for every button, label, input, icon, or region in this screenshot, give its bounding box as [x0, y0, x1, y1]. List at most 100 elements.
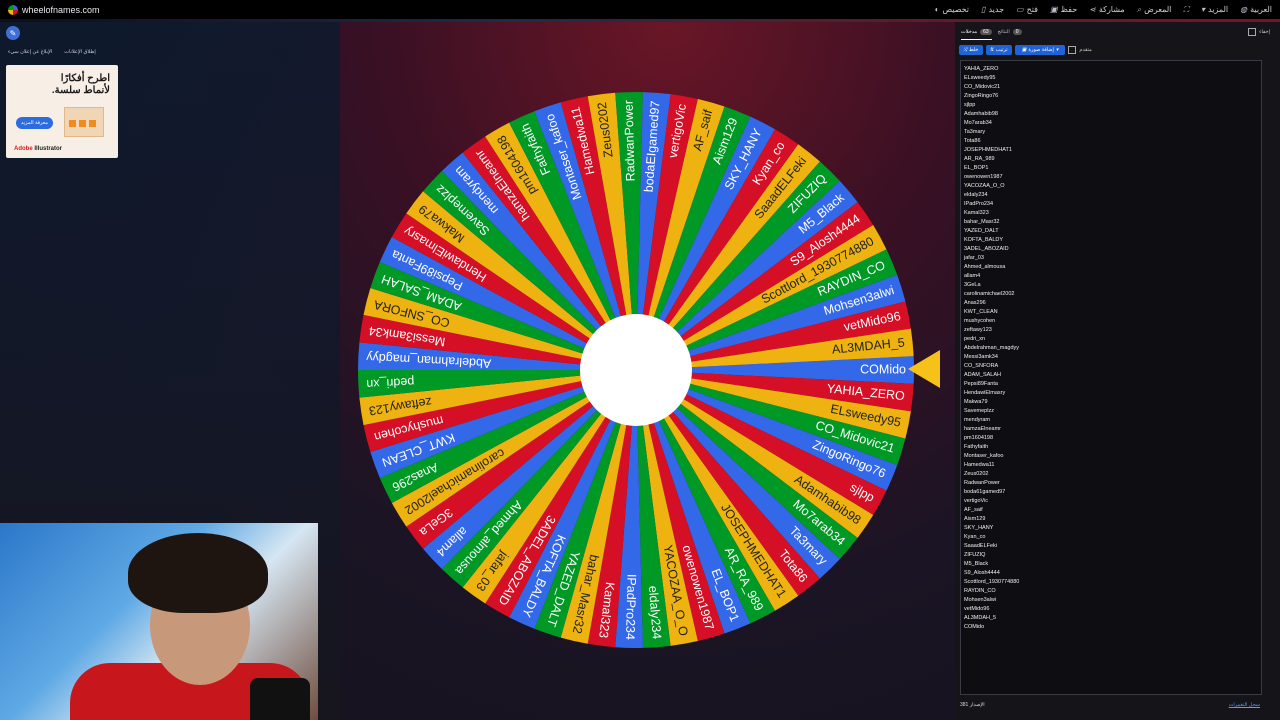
menu-customize[interactable]: ◐ تخصيص	[935, 5, 969, 14]
entries-toolbar: ⤨ خلط ⇅ ترتيب ▣ إضافة صورة ▾ متقدم	[959, 44, 1092, 56]
edit-pencil-button[interactable]: ✎	[6, 26, 20, 40]
ad-links: الإبلاغ عن إعلان سيء إطلاق الإعلانات	[8, 49, 96, 55]
entry-line: YAZED_DALT	[964, 228, 999, 234]
entry-line: Scottlord_1930774880	[964, 579, 1020, 585]
hide-checkbox[interactable]	[1248, 28, 1257, 36]
changelog-link[interactable]: سجل التغييرات	[1229, 702, 1260, 708]
webcam-overlay	[0, 523, 318, 720]
entry-line: IPadPro234	[964, 201, 994, 207]
entry-line: hamzaElneamr	[964, 426, 1001, 432]
shuffle-button[interactable]: ⤨ خلط	[959, 45, 983, 55]
share-icon: ⋖	[1089, 5, 1096, 14]
entry-line: ZingoRingo76	[964, 93, 999, 99]
entry-line: AF_saif	[964, 507, 983, 513]
ad-link-close[interactable]: إطلاق الإعلانات	[64, 49, 95, 55]
tab-results-label: النتائج	[997, 29, 1010, 35]
entry-line: Ahmed_almousa	[964, 264, 1006, 270]
entry-line: Kyan_co	[964, 534, 986, 540]
entry-line: CO_SNFORA	[964, 363, 999, 369]
entry-line: zeftawy123	[964, 327, 992, 333]
entry-line: CO_Midovic21	[964, 84, 1001, 90]
menu-label: المعرض	[1144, 5, 1172, 14]
entry-line: JOSEPHMEDHAT1	[964, 147, 1012, 153]
ad-artwork	[64, 107, 104, 137]
adobe-logo-text: Adobe	[14, 146, 33, 152]
entry-line: mushycohen	[964, 318, 996, 324]
menu-share[interactable]: ⋖ مشاركة	[1089, 5, 1125, 14]
panel-footer: 381 الإصدار سجل التغييرات	[960, 702, 1260, 708]
site-brand[interactable]: wheelofnames.com	[8, 4, 100, 15]
menu-language[interactable]: ◍ العربية	[1240, 5, 1272, 14]
sort-button[interactable]: ⇅ ترتيب	[985, 45, 1012, 55]
menu-new[interactable]: ▯ جديد	[981, 5, 1004, 14]
entry-line: pm1604198	[964, 435, 994, 441]
menu-gallery[interactable]: ⌕ المعرض	[1137, 5, 1172, 15]
menu-fullscreen[interactable]: ⛶	[1183, 5, 1189, 15]
entry-line: eldaly234	[964, 192, 988, 198]
menu-label: المزيد	[1208, 5, 1229, 14]
entry-line: M5_Black	[964, 561, 989, 567]
entry-line: pedri_xn	[964, 336, 986, 342]
entry-line: KOFTA_BALDY	[964, 237, 1004, 243]
advanced-checkbox[interactable]	[1068, 46, 1077, 54]
fullscreen-icon: ⛶	[1183, 4, 1189, 14]
entry-line: Makwa79	[964, 399, 988, 405]
entry-line: Aism129	[964, 516, 986, 522]
menu-label: العربية	[1250, 5, 1272, 14]
entry-line: sjlpp	[964, 102, 976, 108]
menu-label: مشاركة	[1098, 5, 1125, 14]
wheel-slice-label: IPadPro234	[623, 574, 639, 640]
menu-open[interactable]: ▭ فتح	[1016, 5, 1038, 14]
ad-art-tile	[69, 120, 76, 127]
menu-more[interactable]: ▾ المزيد	[1201, 5, 1228, 14]
entry-line: ZIFUZIQ	[964, 552, 986, 558]
advanced-toggle[interactable]: متقدم	[1068, 46, 1092, 54]
ad-link-report[interactable]: الإبلاغ عن إعلان سيء	[8, 49, 52, 55]
hide-toggle[interactable]: إخفاء	[1248, 28, 1270, 36]
hide-label: إخفاء	[1259, 29, 1270, 35]
entry-line: owenowen1987	[964, 174, 1003, 180]
ad-art-tile	[79, 120, 86, 127]
entry-line: bahar_Masr32	[964, 219, 1000, 225]
search-icon: ⌕	[1136, 4, 1142, 14]
entry-line: AR_RA_989	[964, 156, 995, 162]
entry-line: carolinamichael2002	[964, 291, 1015, 297]
menu-save[interactable]: ▣ حفظ	[1050, 5, 1077, 14]
entry-line: KWT_CLEAN	[964, 309, 998, 315]
entry-line: Fathyfaith	[964, 444, 989, 450]
ad-banner[interactable]: اطرح أفكارًا لأنماط سلسة. معرفة المزيد A…	[6, 65, 118, 158]
wheel-center-hub[interactable]	[580, 314, 692, 426]
ad-cta-button[interactable]: معرفة المزيد	[16, 117, 53, 129]
webcam-person-hair	[128, 533, 268, 613]
ad-headline: اطرح أفكارًا لأنماط سلسة.	[51, 73, 110, 96]
tab-entries[interactable]: مدخلات 63	[961, 25, 992, 40]
menu-label: حفظ	[1060, 5, 1078, 14]
tab-results[interactable]: النتائج 0	[998, 25, 1022, 39]
wheel-logo-icon	[8, 4, 18, 15]
entries-textarea[interactable]: YAHIA_ZERO ELsweedy95 CO_Midovic21 ZingoRin…	[960, 60, 1262, 695]
entry-line: Abdelrahman_magdyy	[964, 345, 1020, 351]
entry-line: boda61gamed97	[964, 489, 1006, 495]
entry-line: Tota86	[964, 138, 981, 144]
entry-line: Messi3amk34	[964, 354, 998, 360]
entry-line: Montaser_kafoo	[964, 453, 1004, 459]
entry-line: YAHIA_ZERO	[964, 66, 999, 72]
menu-label: فتح	[1026, 5, 1038, 14]
results-count-badge: 0	[1012, 29, 1022, 35]
entry-line: SKY_HANY	[964, 525, 994, 531]
wheel-svg[interactable]: COMidoYAHIA_ZEROELsweedy95CO_Midovic21Zi…	[356, 90, 916, 650]
wheel[interactable]: COMido YAHIA_ZERO ELsweedy95 CO_Midovic21 Zi…	[356, 90, 916, 650]
pencil-icon: ✎	[9, 28, 17, 38]
version-label: الإصدار	[969, 702, 985, 708]
entry-line: vetMido96	[964, 606, 990, 612]
add-image-label: إضافة صورة	[1028, 47, 1054, 53]
tab-entries-label: مدخلات	[961, 28, 978, 35]
menu-label: جديد	[988, 5, 1005, 14]
shuffle-icon: ⤨	[963, 47, 968, 53]
entry-line: vertigoVic	[964, 498, 989, 504]
browser-topbar: wheelofnames.com ◐ تخصيص ▯ جديد ▭ فتح ▣ حفظ …	[0, 0, 1280, 19]
entry-line: allam4	[964, 273, 981, 279]
sort-icon: ⇅	[989, 47, 994, 53]
folder-icon: ▭	[1016, 5, 1024, 14]
add-image-button[interactable]: ▣ إضافة صورة ▾	[1014, 45, 1066, 55]
